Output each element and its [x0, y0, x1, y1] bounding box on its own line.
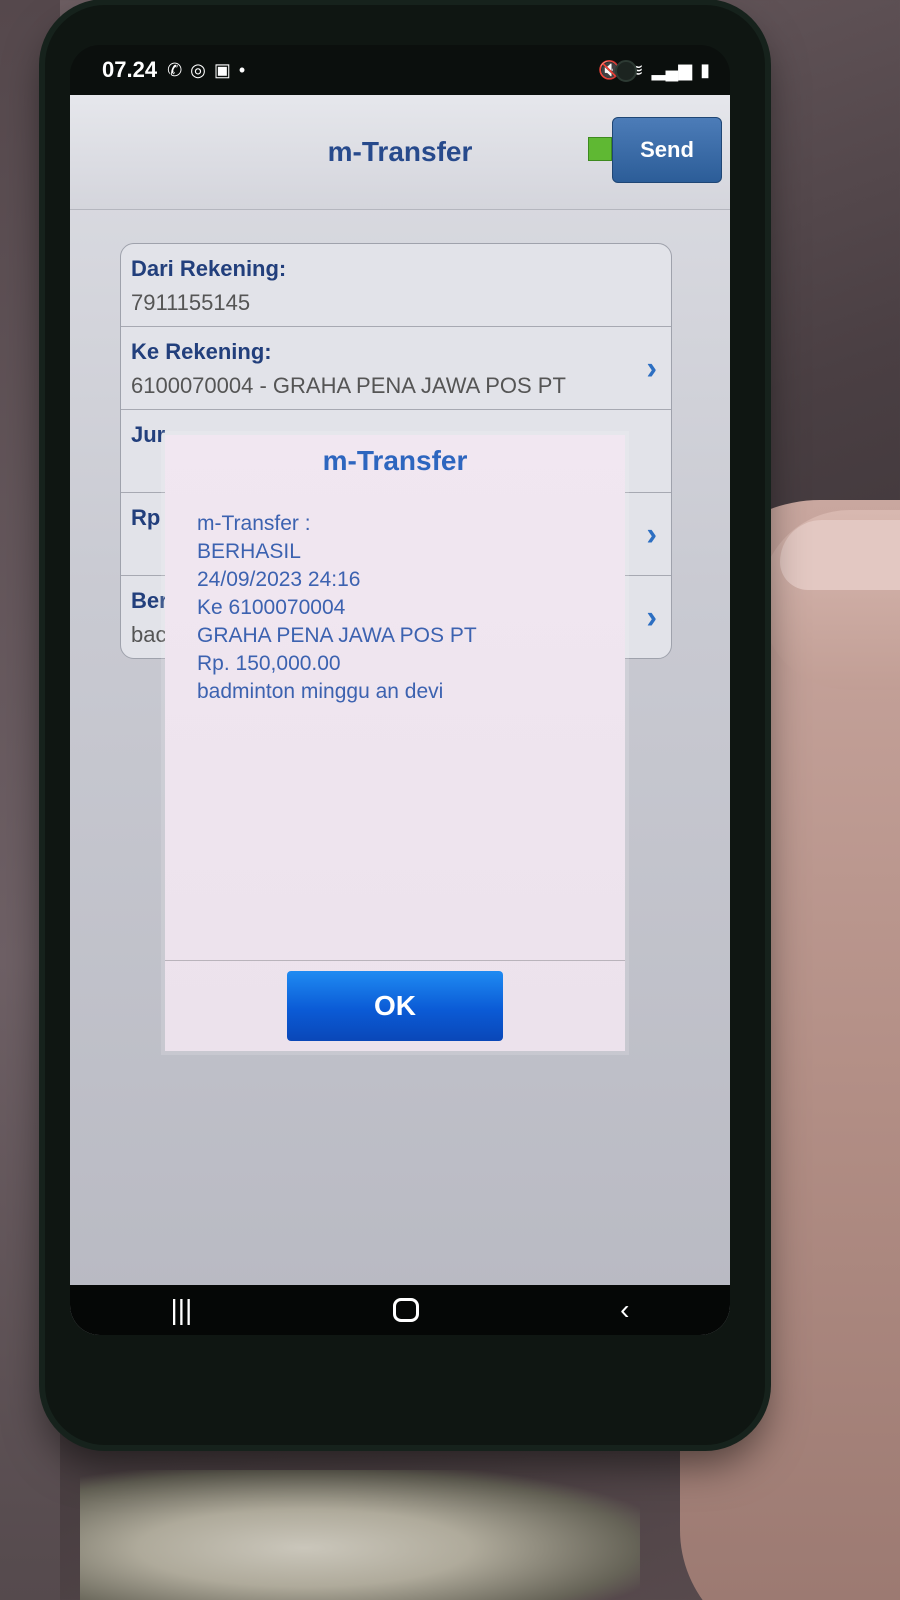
- message-line: Rp. 150,000.00: [197, 652, 341, 675]
- camera-icon: [615, 60, 637, 82]
- chevron-right-icon: ›: [646, 349, 657, 386]
- phone-frame: 07.24 ✆ ◎ ▣ • 🔇 ≋ ▂▄▆ ▮ m-Transfer Send: [45, 5, 765, 1445]
- gallery-icon: ▣: [213, 59, 231, 80]
- dialog-divider: [165, 960, 625, 961]
- chevron-right-icon: ›: [646, 515, 657, 552]
- message-line: GRAHA PENA JAWA POS PT: [197, 624, 477, 647]
- system-nav-bar: ||| ‹: [70, 1285, 730, 1335]
- result-dialog: m-Transfer m-Transfer : BERHASIL 24/09/2…: [165, 435, 625, 1051]
- to-account-value: 6100070004 - GRAHA PENA JAWA POS PT: [131, 373, 566, 398]
- dot-icon: •: [238, 59, 246, 80]
- dialog-title: m-Transfer: [322, 445, 468, 476]
- message-line: Ke 6100070004: [197, 596, 346, 619]
- phone-screen: 07.24 ✆ ◎ ▣ • 🔇 ≋ ▂▄▆ ▮ m-Transfer Send: [70, 45, 730, 1335]
- message-line: 24/09/2023 24:16: [197, 568, 361, 591]
- from-account-label: Dari Rekening:: [131, 256, 287, 281]
- ok-button[interactable]: OK: [287, 971, 503, 1041]
- signal-icon: ▂▄▆: [651, 59, 693, 80]
- message-line: BERHASIL: [197, 540, 301, 563]
- thumbnail-background: [780, 520, 900, 590]
- app-header: m-Transfer Send: [70, 95, 730, 210]
- connection-status-indicator: [588, 137, 612, 161]
- message-line: badminton minggu an devi: [197, 680, 444, 703]
- message-line: m-Transfer :: [197, 512, 311, 535]
- from-account-value: 7911155145: [131, 290, 251, 315]
- back-icon[interactable]: ‹: [620, 1294, 629, 1326]
- from-account-row: Dari Rekening: 7911155145: [121, 244, 671, 327]
- cloth-background: [80, 1470, 640, 1600]
- notification-icons: ✆ ◎ ▣ •: [167, 60, 245, 81]
- to-account-label: Ke Rekening:: [131, 339, 272, 364]
- status-time: 07.24: [102, 57, 158, 82]
- whatsapp-icon: ✆: [167, 59, 183, 80]
- battery-icon: ▮: [700, 59, 710, 80]
- dialog-message: m-Transfer : BERHASIL 24/09/2023 24:16 K…: [197, 510, 597, 706]
- app-screen: m-Transfer Send Dari Rekening: 791115514…: [70, 95, 730, 1335]
- to-account-row[interactable]: Ke Rekening: 6100070004 - GRAHA PENA JAW…: [121, 327, 671, 410]
- instagram-icon: ◎: [190, 59, 206, 80]
- chevron-right-icon: ›: [646, 598, 657, 635]
- send-button[interactable]: Send: [612, 117, 722, 183]
- page-title: m-Transfer: [327, 136, 473, 167]
- home-icon[interactable]: [393, 1298, 420, 1322]
- recents-icon[interactable]: |||: [170, 1294, 192, 1326]
